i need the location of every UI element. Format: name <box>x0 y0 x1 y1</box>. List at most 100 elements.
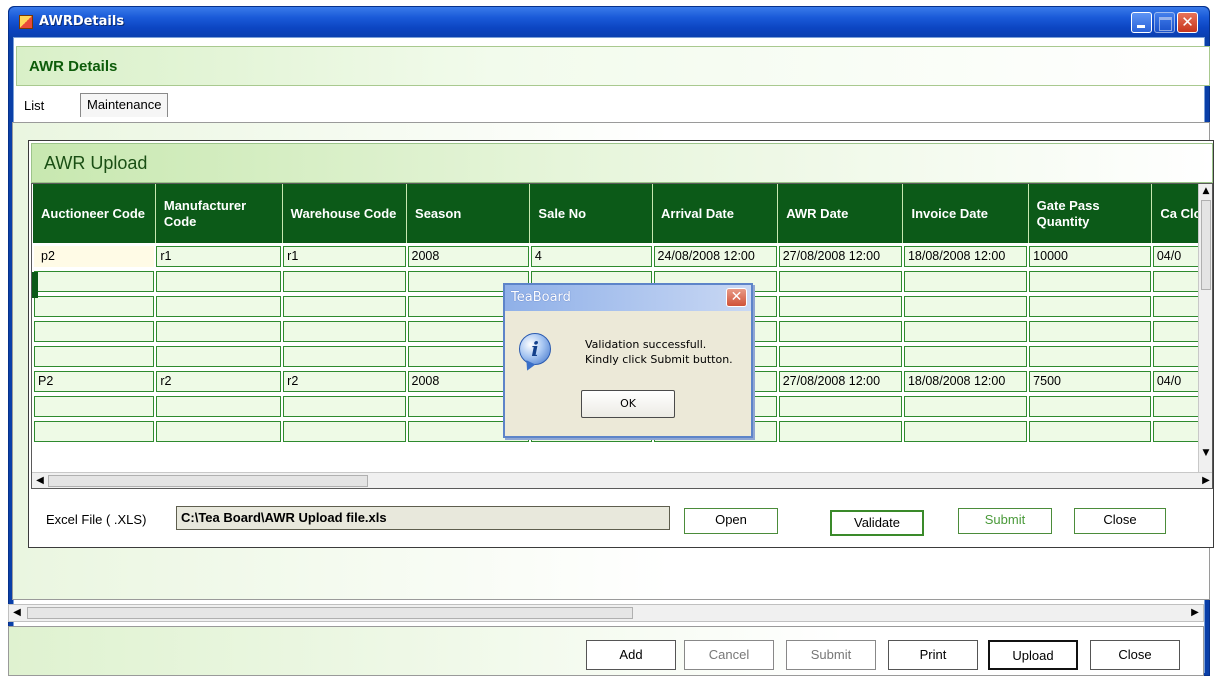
table-cell[interactable] <box>32 318 157 345</box>
cell-input[interactable] <box>778 321 902 342</box>
grid-vertical-scrollbar[interactable]: ▲ ▼ <box>1198 184 1212 474</box>
cell-input[interactable] <box>1029 346 1151 367</box>
cell-input[interactable]: 27/08/2008 12:00 <box>778 246 902 267</box>
cell-input[interactable] <box>283 346 406 367</box>
cell-input[interactable] <box>1029 396 1151 417</box>
col-header-gate-pass-qty[interactable]: Gate Pass Quantity <box>1028 184 1153 244</box>
cell-input[interactable] <box>778 296 902 317</box>
cell-input[interactable] <box>34 421 155 442</box>
page-scroll-thumb[interactable] <box>27 607 633 619</box>
cell-input[interactable] <box>34 271 155 292</box>
table-cell[interactable] <box>32 293 157 320</box>
cell-input[interactable] <box>34 346 155 367</box>
cell-input[interactable] <box>903 421 1028 442</box>
cell-input[interactable] <box>283 396 406 417</box>
cell-input[interactable] <box>903 396 1028 417</box>
table-cell[interactable] <box>281 393 408 420</box>
table-cell[interactable] <box>32 343 157 370</box>
table-cell[interactable] <box>1027 393 1153 420</box>
cell-input[interactable]: P2 <box>34 371 155 392</box>
cell-input[interactable] <box>156 321 282 342</box>
table-cell[interactable] <box>281 268 408 295</box>
cell-input[interactable]: 27/08/2008 12:00 <box>778 371 902 392</box>
table-cell[interactable] <box>1027 318 1153 345</box>
table-cell[interactable]: 18/08/2008 12:00 <box>901 243 1030 270</box>
cell-input[interactable]: 7500 <box>1029 371 1151 392</box>
table-cell[interactable] <box>776 268 904 295</box>
cancel-button[interactable]: Cancel <box>684 640 774 670</box>
close-button[interactable]: Close <box>1090 640 1180 670</box>
table-cell[interactable] <box>776 393 904 420</box>
table-cell[interactable] <box>901 393 1030 420</box>
table-cell[interactable] <box>281 343 408 370</box>
cell-input[interactable] <box>903 321 1028 342</box>
col-header-auctioneer[interactable]: Auctioneer Code <box>33 184 156 244</box>
page-scroll-right-icon[interactable]: ▶ <box>1187 605 1203 621</box>
table-cell[interactable]: 7500 <box>1027 368 1153 395</box>
table-row[interactable]: p2 r1 r1 2008 4 24/08/2008 12:00 27/08/2008 12… <box>32 243 1212 270</box>
table-cell[interactable] <box>154 318 284 345</box>
table-cell[interactable] <box>1027 343 1153 370</box>
table-cell[interactable] <box>901 268 1030 295</box>
table-cell[interactable] <box>154 393 284 420</box>
print-button[interactable]: Print <box>888 640 978 670</box>
cell-input[interactable] <box>1029 421 1151 442</box>
table-cell[interactable] <box>32 393 157 420</box>
cell-input[interactable]: 18/08/2008 12:00 <box>903 246 1028 267</box>
scroll-left-icon[interactable]: ◀ <box>32 473 48 488</box>
add-button[interactable]: Add <box>586 640 676 670</box>
table-cell[interactable]: 4 <box>528 243 654 270</box>
table-cell[interactable] <box>776 318 904 345</box>
cell-input[interactable]: 18/08/2008 12:00 <box>903 371 1028 392</box>
page-scroll-left-icon[interactable]: ◀ <box>9 605 25 621</box>
cell-input[interactable]: 10000 <box>1029 246 1151 267</box>
window-close-button[interactable]: ✕ <box>1177 12 1198 33</box>
table-cell[interactable] <box>776 343 904 370</box>
upload-close-button[interactable]: Close <box>1074 508 1166 534</box>
table-cell[interactable] <box>32 418 157 445</box>
excel-path-field[interactable]: C:\Tea Board\AWR Upload file.xls <box>176 506 670 530</box>
tab-list[interactable]: List <box>18 95 50 119</box>
cell-input[interactable] <box>778 271 902 292</box>
cell-input[interactable]: 24/08/2008 12:00 <box>653 246 777 267</box>
table-cell[interactable] <box>32 268 157 295</box>
cell-input[interactable] <box>283 321 406 342</box>
cell-input[interactable] <box>156 271 282 292</box>
horizontal-scroll-thumb[interactable] <box>48 475 368 487</box>
cell-input[interactable] <box>1029 296 1151 317</box>
maximize-button[interactable] <box>1154 12 1175 33</box>
table-cell[interactable]: 24/08/2008 12:00 <box>651 243 779 270</box>
table-cell[interactable]: 27/08/2008 12:00 <box>776 243 904 270</box>
table-cell[interactable]: p2 <box>32 243 157 270</box>
scroll-right-icon[interactable]: ▶ <box>1198 473 1212 488</box>
table-cell[interactable]: 27/08/2008 12:00 <box>776 368 904 395</box>
validate-button[interactable]: Validate <box>830 510 924 536</box>
table-cell[interactable] <box>281 293 408 320</box>
table-cell[interactable] <box>1027 268 1153 295</box>
cell-input[interactable] <box>156 346 282 367</box>
cell-input[interactable] <box>34 296 155 317</box>
table-cell[interactable] <box>901 343 1030 370</box>
col-header-manufacturer[interactable]: Manufacturer Code <box>155 184 283 244</box>
open-button[interactable]: Open <box>684 508 778 534</box>
cell-input[interactable] <box>283 296 406 317</box>
cell-input[interactable]: r1 <box>283 246 406 267</box>
table-cell[interactable]: P2 <box>32 368 157 395</box>
tab-maintenance[interactable]: Maintenance <box>80 93 169 117</box>
minimize-button[interactable] <box>1131 12 1152 33</box>
table-cell[interactable] <box>1027 418 1153 445</box>
cell-input[interactable] <box>156 396 282 417</box>
cell-input[interactable] <box>1029 321 1151 342</box>
table-cell[interactable] <box>281 418 408 445</box>
table-cell[interactable] <box>901 318 1030 345</box>
cell-input[interactable] <box>903 346 1028 367</box>
table-cell[interactable] <box>281 318 408 345</box>
grid-horizontal-scrollbar[interactable]: ◀ ▶ <box>32 472 1212 488</box>
table-cell[interactable]: 18/08/2008 12:00 <box>901 368 1030 395</box>
table-cell[interactable] <box>154 293 284 320</box>
titlebar[interactable]: AWRDetails ✕ <box>9 7 1209 37</box>
table-cell[interactable]: r1 <box>281 243 408 270</box>
col-header-season[interactable]: Season <box>406 184 531 244</box>
table-cell[interactable] <box>154 268 284 295</box>
scroll-up-icon[interactable]: ▲ <box>1199 184 1212 198</box>
